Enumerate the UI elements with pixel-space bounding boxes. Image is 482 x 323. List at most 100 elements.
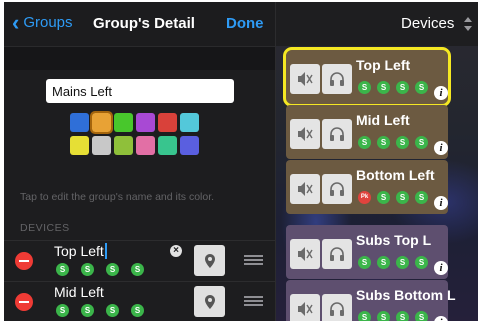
color-swatch[interactable] xyxy=(90,111,113,134)
remove-device-button[interactable] xyxy=(15,252,33,270)
devices-panel: Devices Top Left S S S Si Mid Left S S S Si Bottom… xyxy=(275,2,478,321)
device-badges: SSSS xyxy=(358,81,428,94)
status-badge: S xyxy=(131,304,144,317)
color-swatch[interactable] xyxy=(136,113,155,132)
group-name-field[interactable] xyxy=(46,79,234,103)
color-swatch[interactable] xyxy=(136,136,155,155)
color-swatch[interactable] xyxy=(158,113,177,132)
info-icon[interactable]: i xyxy=(434,86,448,100)
info-icon[interactable]: i xyxy=(434,141,448,155)
device-card-name: Subs Top L xyxy=(356,232,432,248)
color-swatch[interactable] xyxy=(70,136,89,155)
solo-button[interactable] xyxy=(322,294,352,321)
card-controls xyxy=(290,294,352,321)
reorder-handle-icon[interactable] xyxy=(244,296,263,308)
card-controls xyxy=(290,239,352,269)
mute-button[interactable] xyxy=(290,239,320,269)
reorder-handle-icon[interactable] xyxy=(244,255,263,267)
card-controls xyxy=(290,119,352,149)
device-card[interactable]: Mid Left S S S S i xyxy=(286,105,448,159)
solo-button[interactable] xyxy=(322,239,352,269)
card-controls xyxy=(290,174,352,204)
device-card-name: Mid Left xyxy=(356,112,410,128)
status-badge: S xyxy=(415,311,428,321)
status-badge: S xyxy=(358,136,371,149)
card-controls xyxy=(290,64,352,94)
device-card[interactable]: Subs Bottom L SSSS i xyxy=(286,280,456,321)
device-card[interactable]: Subs Top L SSSS i xyxy=(286,225,448,279)
status-badge: S xyxy=(377,81,390,94)
group-detail-panel: ‹ Groups Group's Detail Done Tap to edit… xyxy=(4,2,275,321)
color-swatch[interactable] xyxy=(114,136,133,155)
nav-bar: ‹ Groups Group's Detail Done xyxy=(4,2,275,46)
status-badge: S xyxy=(56,263,69,276)
status-badge: S xyxy=(396,136,409,149)
status-badge: S xyxy=(358,256,371,269)
location-pin-icon xyxy=(204,253,215,268)
color-swatch[interactable] xyxy=(114,113,133,132)
chevron-left-icon: ‹ xyxy=(12,9,20,35)
color-swatch[interactable] xyxy=(92,136,111,155)
device-badges: Pk S S S xyxy=(358,191,428,204)
color-swatch[interactable] xyxy=(158,136,177,155)
locate-device-button[interactable] xyxy=(194,286,225,317)
headphones-icon xyxy=(330,127,344,141)
info-icon[interactable]: i xyxy=(434,261,448,275)
done-button[interactable]: Done xyxy=(226,15,264,32)
headphones-icon xyxy=(330,247,344,261)
clear-text-icon[interactable]: × xyxy=(170,245,182,257)
color-palette xyxy=(70,111,210,155)
device-name-label: Mid Left xyxy=(54,284,104,300)
device-badges: SSSS xyxy=(358,136,428,149)
devices-section-header: DEVICES xyxy=(20,222,70,234)
device-badges: SSSS xyxy=(358,256,428,269)
color-swatch[interactable] xyxy=(180,136,199,155)
solo-button[interactable] xyxy=(322,64,352,94)
device-name-field[interactable]: Top Left xyxy=(54,243,107,259)
mute-button[interactable] xyxy=(290,64,320,94)
device-card-name: Top Left xyxy=(356,57,411,73)
device-card[interactable]: Bottom Left Pk S S S i xyxy=(286,160,448,214)
status-badge: S xyxy=(396,81,409,94)
devices-title: Devices xyxy=(401,15,455,32)
device-badges: SSSS xyxy=(358,311,428,321)
status-badge: S xyxy=(131,263,144,276)
color-swatch[interactable] xyxy=(70,113,89,132)
status-badge: S xyxy=(81,304,94,317)
mute-button[interactable] xyxy=(290,174,320,204)
device-row: Top Left × S S S S xyxy=(4,240,275,280)
hint-text: Tap to edit the group's name and its col… xyxy=(20,191,215,203)
status-badge: S xyxy=(415,256,428,269)
back-button[interactable]: ‹ Groups xyxy=(12,9,73,35)
headphones-icon xyxy=(330,182,344,196)
device-card-name: Subs Bottom L xyxy=(356,287,456,303)
status-badge: S xyxy=(415,81,428,94)
status-badge: S xyxy=(396,256,409,269)
info-icon[interactable]: i xyxy=(434,196,448,210)
mute-button[interactable] xyxy=(290,294,320,321)
sort-updown-icon[interactable] xyxy=(463,16,473,32)
app-frame: ‹ Groups Group's Detail Done Tap to edit… xyxy=(4,2,478,321)
color-swatch[interactable] xyxy=(180,113,199,132)
devices-header: Devices xyxy=(276,2,478,46)
header-spacer xyxy=(4,46,275,70)
solo-button[interactable] xyxy=(322,174,352,204)
solo-button[interactable] xyxy=(322,119,352,149)
status-badge: S xyxy=(415,191,428,204)
device-card-name: Bottom Left xyxy=(356,167,435,183)
speaker-mute-icon xyxy=(298,182,313,196)
mute-button[interactable] xyxy=(290,119,320,149)
text-cursor xyxy=(104,243,107,259)
status-badge: S xyxy=(106,263,119,276)
headphones-icon xyxy=(330,72,344,86)
status-badge: S xyxy=(377,136,390,149)
status-badge: S xyxy=(358,81,371,94)
status-badge: S xyxy=(396,311,409,321)
info-icon[interactable]: i xyxy=(434,316,448,321)
remove-device-button[interactable] xyxy=(15,293,33,311)
device-badges: S S S S xyxy=(56,304,144,317)
device-badges: S S S S xyxy=(56,263,144,276)
status-badge: S xyxy=(106,304,119,317)
locate-device-button[interactable] xyxy=(194,245,225,276)
device-card[interactable]: Top Left S S S Si xyxy=(283,47,451,107)
